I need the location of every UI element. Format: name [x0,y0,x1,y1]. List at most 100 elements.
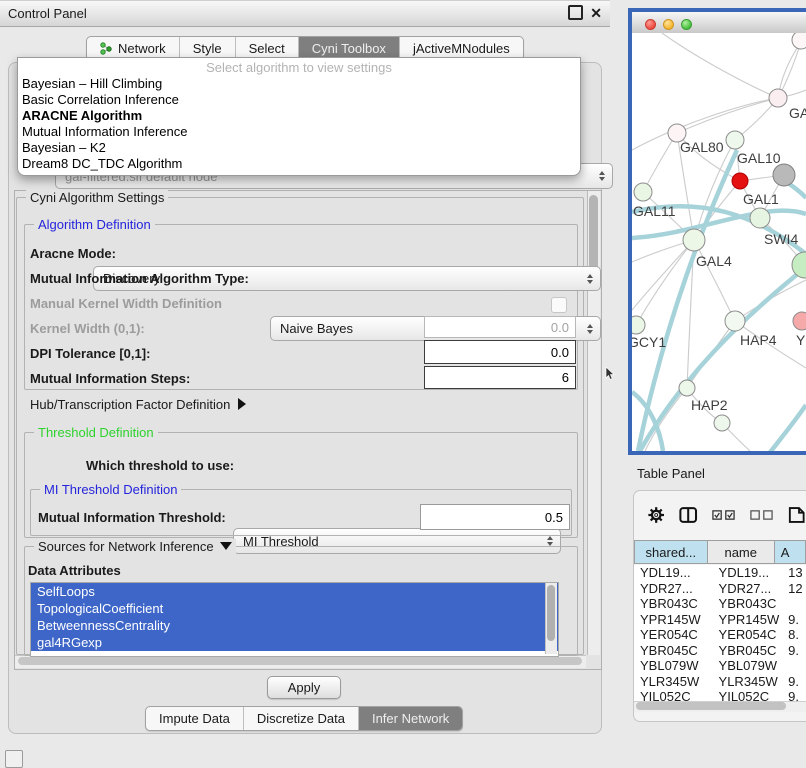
attribute-list-item[interactable]: TopologicalCoefficient [31,600,558,617]
network-node[interactable] [679,380,695,396]
tab-label: Discretize Data [257,711,345,726]
tab-infer-network[interactable]: Infer Network [359,707,462,730]
minimize-traffic-light-icon[interactable] [663,19,674,30]
table-cell [783,658,806,674]
kernel-width-input[interactable]: 0.0 [424,316,576,338]
control-panel-titlebar: Control Panel ✕ [0,0,610,27]
table-cell: YBR043C [712,596,784,612]
network-node[interactable] [726,131,744,149]
node-label: GAL4 [696,253,732,269]
table-body: YDL19...YDL19...13YDR27...YDR27...12YBR0… [634,565,806,701]
group-title: MI Threshold Definition [40,482,181,497]
table-cell: YBR043C [634,596,712,612]
sources-expander[interactable]: Sources for Network Inference [34,539,236,554]
field-value: 0.0 [551,320,569,335]
which-threshold-label: Which threshold to use: [86,458,234,473]
column-layout-icon[interactable] [679,506,697,524]
node-label: GCY1 [632,334,666,350]
mi-steps-label: Mutual Information Steps: [30,371,190,386]
column-header-clipped[interactable]: A [775,540,806,564]
data-attributes-list[interactable]: SelfLoopsTopologicalCoefficientBetweenne… [30,582,559,657]
network-window-titlebar[interactable] [632,12,806,34]
algorithm-option[interactable]: Bayesian – Hill Climbing [18,76,580,92]
dpi-tolerance-input[interactable]: 0.0 [424,340,576,364]
field-value: 0.0 [551,345,569,360]
node-label: GAL [789,105,806,121]
node-label: GAL10 [737,150,781,166]
hub-factor-expander[interactable]: Hub/Transcription Factor Definition [30,397,246,412]
network-node[interactable] [732,173,748,189]
tab-impute-data[interactable]: Impute Data [146,707,244,730]
table-horizontal-scrollbar-thumb[interactable] [636,702,786,710]
table-row[interactable]: YPR145WYPR145W9. [634,612,806,628]
attribute-list-item[interactable]: gal4RGexp [31,634,558,651]
close-traffic-light-icon[interactable] [645,19,656,30]
table-row[interactable]: YBR043CYBR043C [634,596,806,612]
tab-label: Style [193,41,222,56]
zoom-traffic-light-icon[interactable] [681,19,692,30]
network-node[interactable] [714,415,730,431]
combo-stepper-icon [547,536,553,546]
network-node[interactable] [793,312,806,330]
column-header-name[interactable]: name [708,540,775,564]
horizontal-scrollbar-thumb[interactable] [18,657,582,665]
table-row[interactable]: YBR045CYBR045C9. [634,643,806,659]
network-node[interactable] [725,311,745,331]
network-node[interactable] [750,208,770,228]
network-node[interactable] [634,183,652,201]
manual-kernel-label: Manual Kernel Width Definition [30,296,222,311]
table-row[interactable]: YIL052CYIL052C9. [634,689,806,701]
table-cell: 13 [783,565,806,581]
tab-discretize-data[interactable]: Discretize Data [244,707,359,730]
mouse-cursor [605,367,617,381]
algorithm-option[interactable]: ARACNE Algorithm [18,108,580,124]
network-node[interactable] [792,33,806,49]
attribute-list-item[interactable]: BetweennessCentrality [31,617,558,634]
algorithm-option[interactable]: Dream8 DC_TDC Algorithm [18,156,580,172]
apply-button[interactable]: Apply [267,676,341,699]
network-node[interactable] [773,164,795,186]
algorithm-option[interactable]: Bayesian – K2 [18,140,580,156]
float-window-icon[interactable] [568,5,583,20]
network-node[interactable] [683,229,705,251]
combo-value: Naive Bayes [280,321,353,336]
network-node[interactable] [632,316,645,334]
table-row[interactable]: YDL19...YDL19...13 [634,565,806,581]
table-cell: 9. [783,612,806,628]
manual-kernel-checkbox[interactable] [551,297,567,313]
table-cell: YPR145W [634,612,712,628]
network-node[interactable] [769,89,787,107]
deselect-all-columns-icon[interactable] [750,509,774,521]
network-graph[interactable]: GALGAL80GAL10GAL1GAL11SWI4GAL4GCY1HAP4YH… [632,33,806,451]
table-panel-title: Table Panel [637,466,705,481]
close-icon[interactable]: ✕ [590,6,602,20]
table-row[interactable]: YDR27...YDR27...12 [634,581,806,597]
attribute-list-item[interactable]: SelfLoops [31,583,558,600]
algorithm-option[interactable]: Basic Correlation Inference [18,92,580,108]
table-row[interactable]: YER054CYER054C8. [634,627,806,643]
expand-right-icon[interactable] [238,398,246,410]
table-cell: YBR045C [634,643,712,659]
combo-stepper-icon [599,171,605,181]
algorithm-option[interactable]: Mutual Information Inference [18,124,580,140]
tab-label: Network [118,41,166,56]
collapsed-panel-button[interactable] [5,750,23,768]
select-all-columns-icon[interactable] [712,509,736,521]
combo-stepper-icon [587,324,593,334]
tab-label: jActiveMNodules [413,41,510,56]
gear-icon[interactable] [647,505,665,525]
table-cell: YBL079W [712,658,784,674]
table-row[interactable]: YLR345WYLR345W9. [634,674,806,690]
aracne-mode-label: Aracne Mode: [30,246,116,261]
attributes-scrollbar-thumb[interactable] [547,585,555,641]
table-row[interactable]: YBL079WYBL079W [634,658,806,674]
window-title: Control Panel [8,6,87,21]
mi-steps-input[interactable]: 6 [424,366,576,389]
export-table-icon[interactable] [788,506,806,524]
mi-threshold-input[interactable]: 0.5 [420,504,570,530]
column-header-shared-name[interactable]: shared... [634,540,708,564]
collapse-down-icon[interactable] [220,542,232,550]
network-edge [662,33,778,98]
table-cell: YIL052C [712,689,784,701]
table-cell: YER054C [712,627,784,643]
